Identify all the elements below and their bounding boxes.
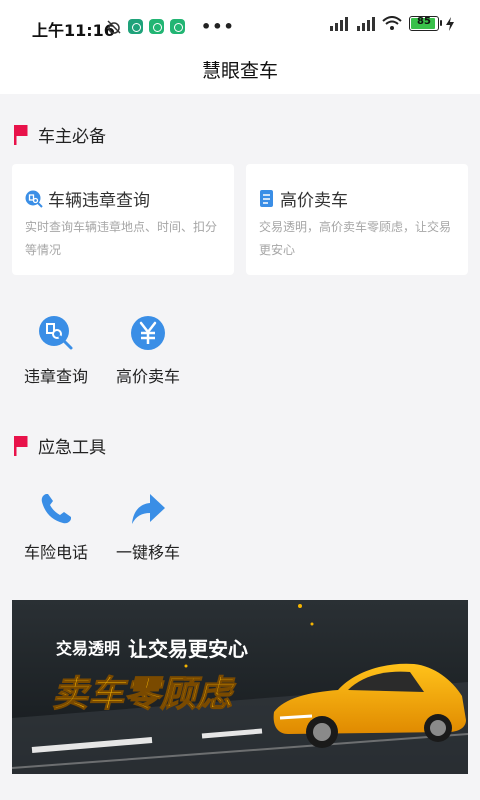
card-sell-car[interactable]: 高价卖车 交易透明，高价卖车零顾虑，让交易更安心 [246, 164, 468, 275]
app-notification-icon [170, 19, 185, 34]
tool-insurance-phone[interactable]: 车险电话 [16, 491, 96, 563]
card-title: 车辆违章查询 [48, 191, 150, 211]
cell-signal-icon [357, 16, 375, 31]
tool-move-car[interactable]: 一键移车 [108, 491, 188, 563]
shortcut-label: 违章查询 [23, 367, 88, 386]
banner-tagline-2: 让交易更安心 [128, 637, 248, 661]
charging-icon [446, 16, 454, 31]
status-system: 85 [328, 16, 454, 31]
section-header-owner: 车主必备 [14, 122, 106, 147]
status-time: 上午11:16 [32, 21, 115, 40]
card-title-row: 高价卖车 [259, 186, 348, 211]
card-description: 实时查询车辆违章地点、时间、扣分等情况 [25, 220, 218, 257]
card-title: 高价卖车 [280, 191, 348, 211]
section-title: 应急工具 [38, 438, 106, 458]
card-description: 交易透明，高价卖车零顾虑，让交易更安心 [259, 220, 452, 257]
banner-artwork: 交易透明 让交易更安心 卖车零顾虑 [12, 600, 468, 774]
card-violation-query[interactable]: 车辆违章查询 实时查询车辆违章地点、时间、扣分等情况 [12, 164, 234, 275]
app-notification-icon [128, 19, 143, 34]
shortcut-sell-car[interactable]: 高价卖车 [108, 315, 188, 387]
section-title: 车主必备 [38, 127, 106, 147]
alarm-off-icon [107, 19, 121, 34]
battery-icon: 85 [409, 16, 442, 31]
status-bar: 上午11:16 ••• 85 [0, 0, 480, 50]
flag-icon [14, 124, 28, 145]
document-icon [260, 189, 273, 207]
wifi-icon [382, 16, 402, 30]
banner-headline: 卖车零顾虑 [52, 674, 237, 715]
shortcut-violation-query[interactable]: 违章查询 [16, 315, 96, 387]
more-dots-icon: ••• [201, 17, 235, 36]
status-notifications: ••• [106, 17, 235, 36]
title-bar: 慧眼查车 [0, 50, 480, 94]
tool-label: 车险电话 [23, 543, 88, 562]
arrow-share-icon [132, 494, 165, 524]
card-title-row: 车辆违章查询 [25, 186, 150, 211]
flag-icon [14, 435, 28, 456]
search-ticket-icon [25, 190, 43, 208]
app-notification-icon [149, 19, 164, 34]
banner-tagline-1: 交易透明 [56, 639, 120, 658]
page-title: 慧眼查车 [201, 60, 278, 82]
hd-signal-icon [330, 16, 348, 31]
tool-label: 一键移车 [115, 543, 180, 562]
search-ticket-icon [39, 316, 73, 350]
shortcut-label: 高价卖车 [115, 367, 180, 386]
promo-banner[interactable]: 交易透明 让交易更安心 卖车零顾虑 [12, 600, 468, 774]
phone-icon [41, 494, 71, 524]
section-header-emergency: 应急工具 [14, 433, 106, 458]
battery-level: 85 [417, 16, 431, 27]
yuan-icon [131, 316, 165, 350]
